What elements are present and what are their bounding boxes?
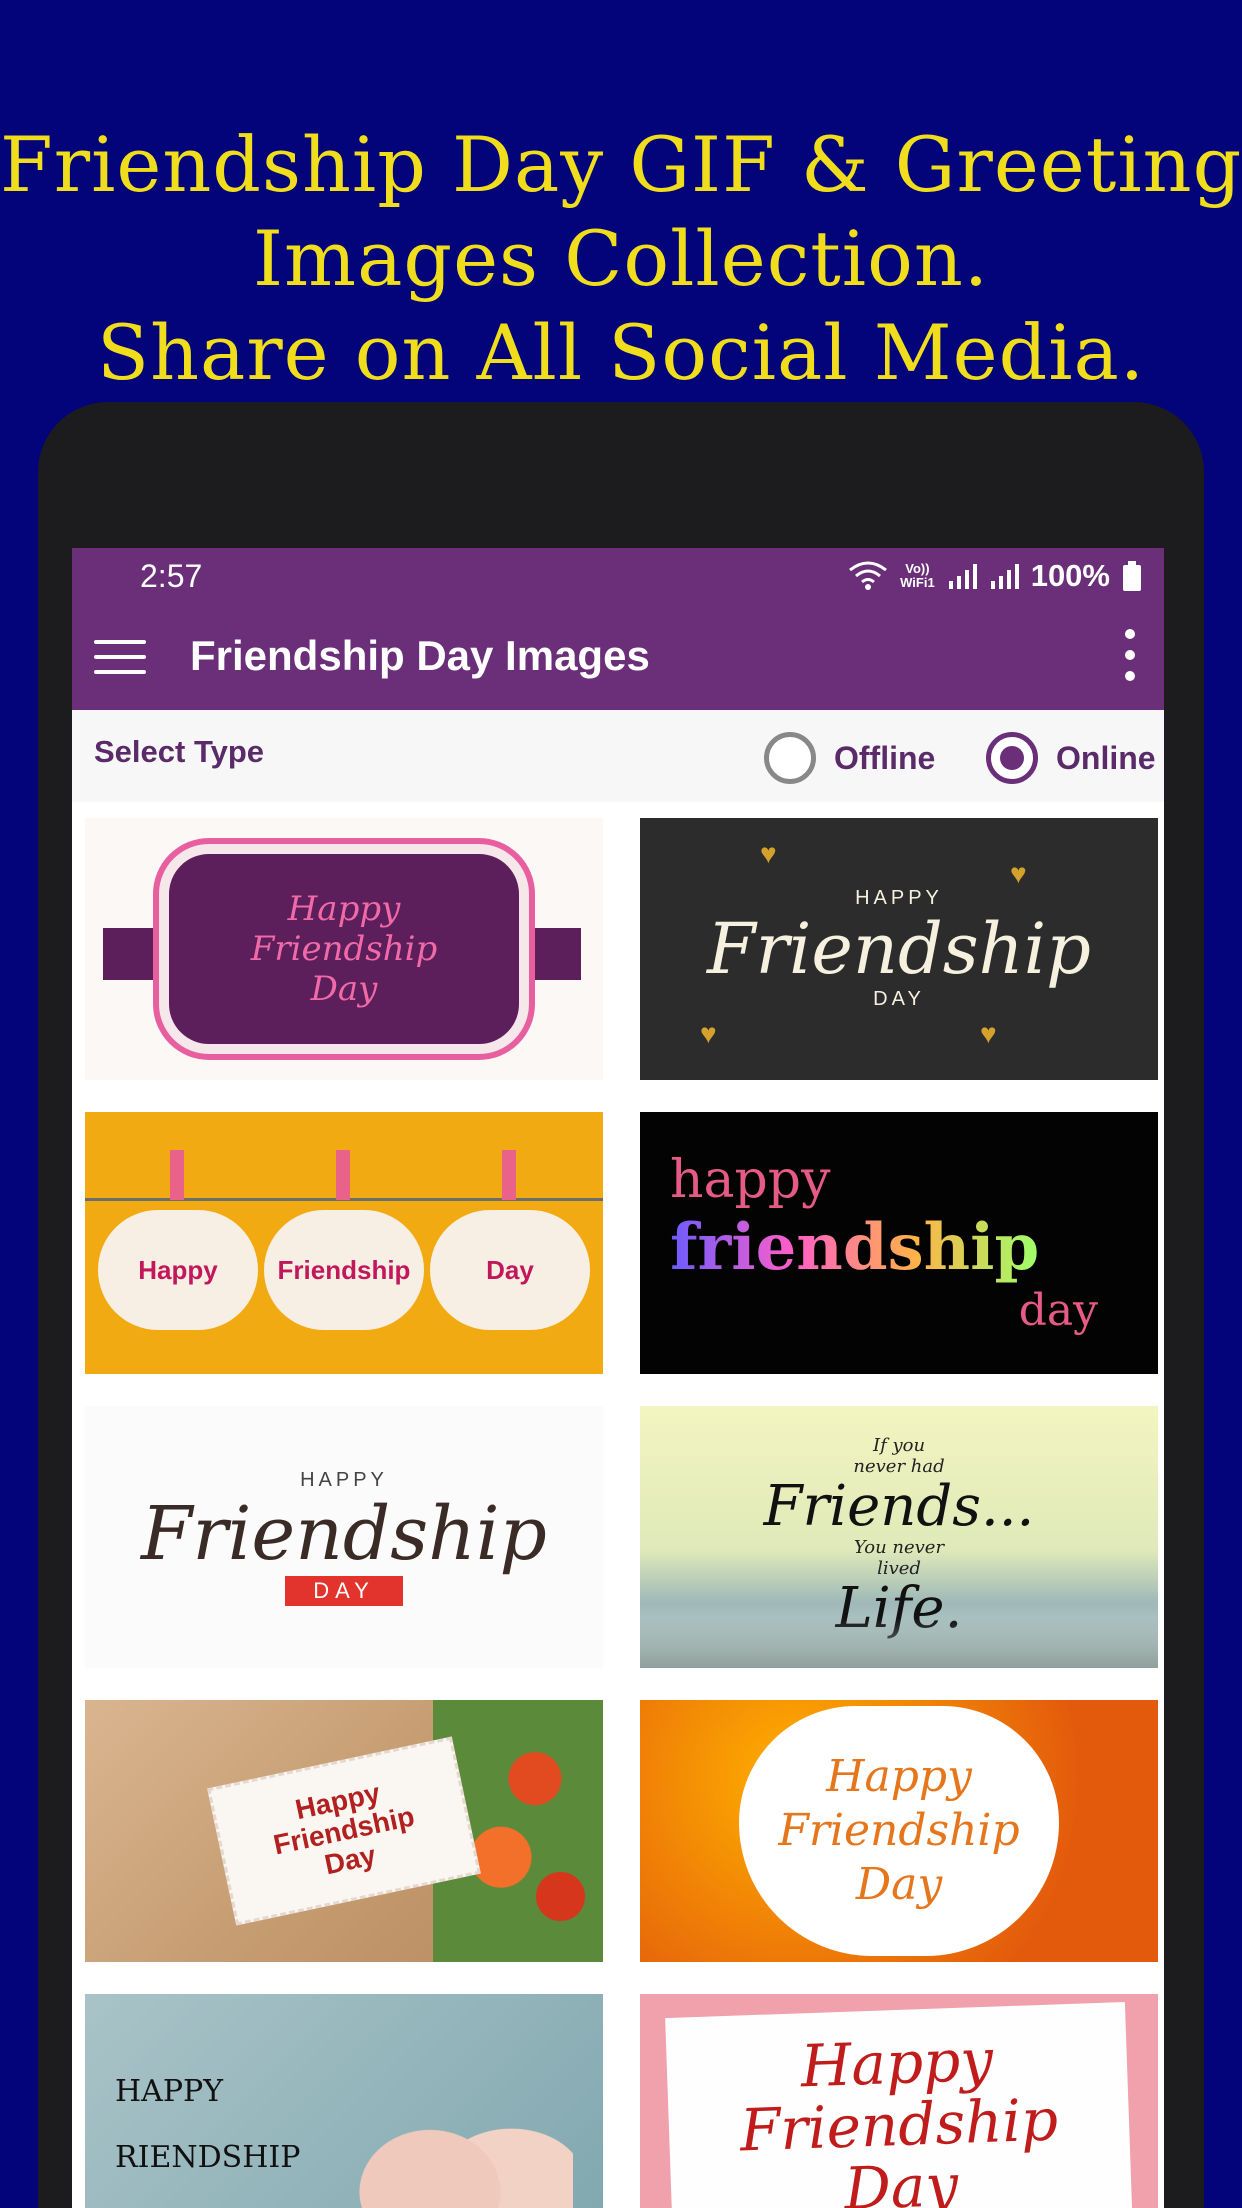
image-card[interactable]: Happy Friendship Day [85,818,603,1080]
card-text: If you [872,1435,926,1456]
promo-line-2: Images Collection. [253,214,989,303]
radio-offline[interactable]: Offline [764,732,935,784]
heart-icon: ♥ [980,1018,997,1049]
phone-screen: 2:57 Vo)) WiFi1 100% Friendship Day Imag… [72,548,1164,2208]
paper-card: Happy Friendship Day [665,2002,1133,2208]
card-text: Friendship [141,1490,547,1577]
card-text: HAPPY [300,1468,388,1491]
image-card[interactable]: HAPPY Friendship DAY [85,1406,603,1668]
heart-icon: ♥ [760,838,777,869]
card-text: Friends... [763,1474,1035,1539]
promo-headline: Friendship Day GIF & Greeting Images Col… [0,118,1242,400]
image-card[interactable]: If you never had Friends... You never li… [640,1406,1158,1668]
image-card[interactable]: Happy Friendship Day [640,1700,1158,1962]
battery-icon [1123,561,1141,591]
card-text: DAY [873,988,925,1010]
promo-line-1: Friendship Day GIF & Greeting [0,120,1242,209]
image-card[interactable]: Happy Friendship Day [640,1994,1158,2208]
image-card[interactable]: HAPPY RIENDSHIP [85,1994,603,2208]
card-text: Day [486,1254,534,1285]
card-text: Happy [287,889,401,929]
signal-icon [948,564,977,589]
finger-faces-image [353,2066,573,2208]
heart-shape: Happy Friendship Day [739,1706,1059,1956]
image-card[interactable]: happy friendship day [640,1112,1158,1374]
card-text: Happy [138,1254,218,1285]
radio-online-label: Online [1056,739,1156,776]
image-card[interactable]: ♥ ♥ ♥ ♥ HAPPY Friendship DAY [640,818,1158,1080]
flower-tag: Day [430,1150,590,1330]
card-text: Day [855,1859,943,1910]
card-text: HAPPY [855,887,943,909]
card-text: friendship [670,1210,1040,1285]
card-text: Day [310,969,378,1009]
card-text: Friendship [277,1254,411,1285]
card-text: Friendship [250,929,438,969]
heart-icon: ♥ [700,1018,717,1049]
card-text: Friendship [778,1805,1020,1856]
radio-online[interactable]: Online [986,732,1156,784]
radio-online-circle[interactable] [986,732,1038,784]
card-text: happy [670,1150,831,1210]
card-text: Friendship [738,2085,1060,2165]
wifi-icon [849,561,888,590]
wifi-calling-label: WiFi1 [900,575,935,590]
volte-indicator: Vo)) WiFi1 [900,562,935,590]
battery-percent: 100% [1030,558,1110,593]
card-text: day [1018,1285,1098,1336]
card-text: You never [853,1537,945,1558]
card-text: Happy [826,1751,972,1802]
signal-icon [990,564,1019,589]
heart-icon: ♥ [1010,858,1027,889]
radio-offline-circle[interactable] [764,732,816,784]
status-bar: 2:57 Vo)) WiFi1 100% [72,548,1164,604]
image-card[interactable]: Happy Friendship Day [85,1112,603,1374]
card-text: DAY [285,1575,403,1606]
menu-icon[interactable] [92,634,148,680]
flower-tag: Happy [98,1150,258,1330]
card-text: HAPPY [115,2074,224,2109]
flower-tag: Friendship [264,1150,424,1330]
image-card[interactable]: Happy Friendship Day [85,1700,603,1962]
card-text-block: HAPPY RIENDSHIP [115,2059,300,2191]
select-type-label: Select Type [94,734,265,769]
card-text: RIENDSHIP [115,2140,301,2175]
status-time: 2:57 [140,558,203,594]
image-grid: Happy Friendship Day ♥ ♥ ♥ ♥ HAPPY Frien… [85,818,1158,2208]
promo-line-3: Share on All Social Media. [97,308,1145,397]
radio-offline-label: Offline [834,739,936,776]
volte-label: Vo)) [905,561,930,576]
pier-silhouette [640,1618,1158,1668]
card-text: Friendship [707,908,1091,990]
app-title: Friendship Day Images [190,632,650,679]
badge-shape: Happy Friendship Day [159,844,529,1054]
app-bar: Friendship Day Images [72,604,1164,710]
status-icons: Vo)) WiFi1 100% [848,556,1142,596]
more-vertical-icon[interactable] [1118,624,1142,686]
select-type-row: Select Type Offline Online [72,710,1164,802]
